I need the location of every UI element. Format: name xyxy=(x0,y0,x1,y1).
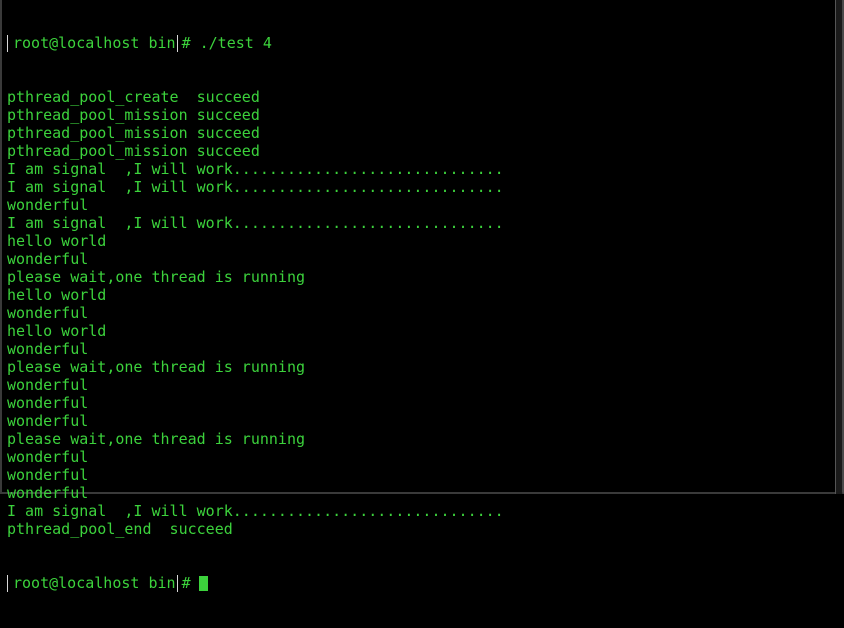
output-line: wonderful xyxy=(7,448,89,466)
output-line: pthread_pool_mission succeed xyxy=(7,106,260,124)
scrollbar[interactable] xyxy=(835,0,842,494)
output-line: please wait,one thread is running xyxy=(7,430,306,448)
output-line: pthread_pool_mission succeed xyxy=(7,124,260,142)
last-prompt-line[interactable]: root@localhost bin # xyxy=(7,574,504,592)
output-line: wonderful xyxy=(7,250,89,268)
output-line: wonderful xyxy=(7,394,89,412)
output-line: hello world xyxy=(7,286,107,304)
output-line: I am signal ,I will work................… xyxy=(7,178,504,196)
prompt-host: root@localhost bin xyxy=(7,34,178,52)
output-line: I am signal ,I will work................… xyxy=(7,214,504,232)
output-line: pthread_pool_mission succeed xyxy=(7,142,260,160)
output-line: wonderful xyxy=(7,412,89,430)
output-line: hello world xyxy=(7,322,107,340)
output-line: wonderful xyxy=(7,484,89,502)
terminal-output: root@localhost bin # ./test 4 pthread_poo… xyxy=(7,0,504,628)
output-line: please wait,one thread is running xyxy=(7,358,306,376)
output-lines: pthread_pool_create succeed pthread_pool_… xyxy=(7,88,504,538)
command-text: ./test 4 xyxy=(191,34,272,52)
output-line: wonderful xyxy=(7,340,89,358)
output-line: please wait,one thread is running xyxy=(7,268,306,286)
prompt-symbol: # xyxy=(181,574,191,592)
terminal-window[interactable]: root@localhost bin # ./test 4 pthread_poo… xyxy=(0,0,844,592)
first-prompt-line: root@localhost bin # ./test 4 xyxy=(7,34,504,52)
prompt-symbol: # xyxy=(181,34,191,52)
output-line: wonderful xyxy=(7,304,89,322)
command-value: ./test 4 xyxy=(199,34,272,52)
output-line: I am signal ,I will work................… xyxy=(7,502,504,520)
prompt-host: root@localhost bin xyxy=(7,574,178,592)
output-line: pthread_pool_create succeed xyxy=(7,88,260,106)
output-line: hello world xyxy=(7,232,107,250)
output-line: wonderful xyxy=(7,466,89,484)
output-line: I am signal ,I will work................… xyxy=(7,160,504,178)
output-line: wonderful xyxy=(7,376,89,394)
text-cursor[interactable] xyxy=(198,575,208,591)
output-line: pthread_pool_end succeed xyxy=(7,520,233,538)
output-line: wonderful xyxy=(7,196,89,214)
